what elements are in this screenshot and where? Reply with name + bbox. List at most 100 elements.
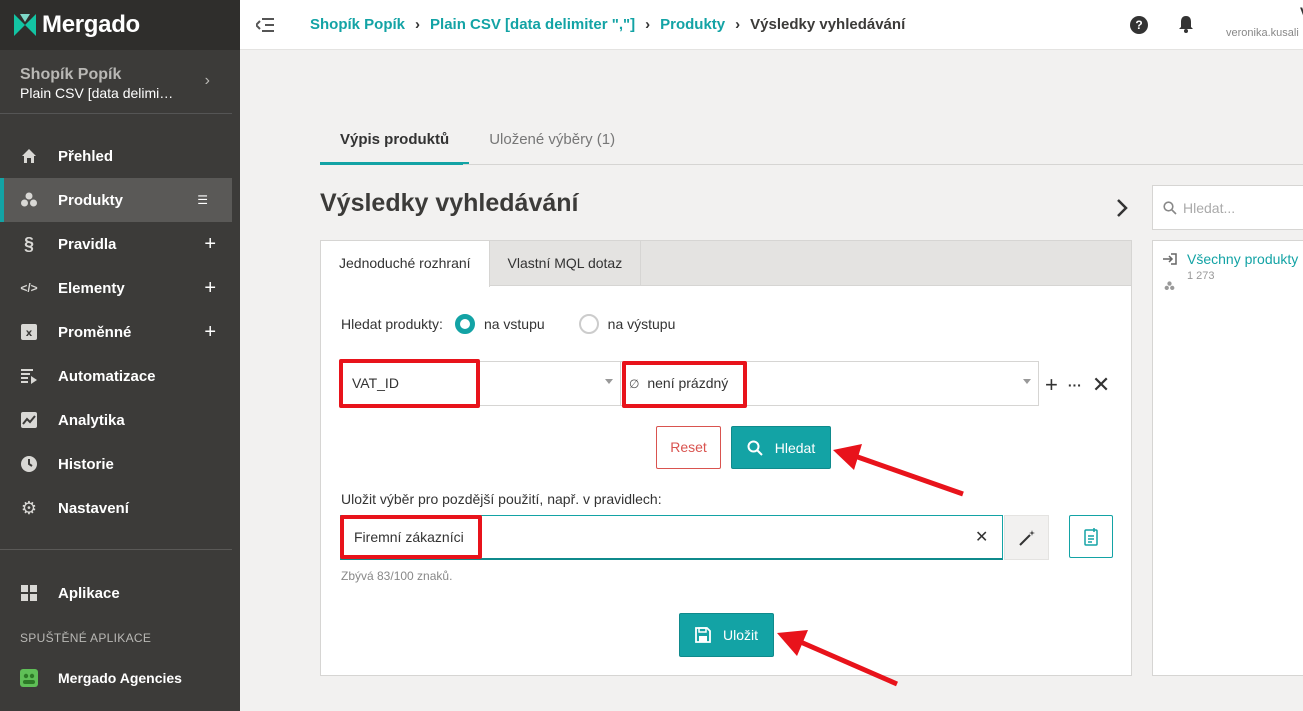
nav-item-aplikace[interactable]: Aplikace (0, 571, 232, 615)
nav-label: Proměnné (58, 323, 132, 341)
list-item[interactable]: Všechny produkty 1 273 (1163, 251, 1298, 290)
logo[interactable]: Mergado (0, 0, 240, 50)
nav-label: Analytika (58, 411, 125, 429)
breadcrumb-current: Výsledky vyhledávání (750, 16, 906, 33)
nav-item-analytika[interactable]: Analytika (0, 398, 240, 442)
note-icon (1084, 527, 1098, 546)
reset-button[interactable]: Reset (656, 426, 721, 469)
nav-label: Aplikace (58, 584, 120, 602)
nav-item-nastaveni[interactable]: ⚙ Nastavení (0, 486, 240, 530)
enter-icon (1163, 253, 1177, 265)
project-name: Shopík Popík (20, 66, 122, 83)
generate-name-button[interactable] (1004, 515, 1049, 560)
saved-selections-list: Všechny produkty 1 273 (1152, 240, 1303, 676)
main-tabs: Výpis produktů Uložené výběry (1) (320, 118, 635, 165)
nav-label: Produkty (58, 191, 124, 209)
tab-product-list[interactable]: Výpis produktů (320, 118, 470, 165)
floppy-disk-icon (695, 627, 711, 643)
automation-icon (20, 367, 38, 385)
clear-input-icon[interactable]: ✕ (975, 527, 988, 547)
bell-icon[interactable] (1178, 15, 1194, 33)
magic-wand-icon (1018, 529, 1035, 546)
nav-item-pravidla[interactable]: § Pravidla + (0, 222, 240, 266)
search-scope: Hledat produkty: na vstupu na výstupu (341, 314, 675, 334)
user-email[interactable]: veronika.kusali (1226, 27, 1299, 39)
chevron-right-icon: › (415, 16, 421, 33)
saved-selection-search[interactable]: Hledat... (1152, 185, 1303, 230)
mergado-logo-icon (14, 14, 36, 36)
agencies-app-icon (20, 669, 38, 687)
search-button[interactable]: Hledat (731, 426, 831, 469)
project-feed: Plain CSV [data delimi… (20, 85, 174, 101)
product-count: 1 273 (1187, 270, 1215, 282)
add-rule-icon[interactable]: + (204, 233, 216, 256)
add-condition-icon[interactable]: + (1045, 372, 1058, 398)
expand-panel-chevron-icon[interactable] (1116, 198, 1128, 218)
add-element-icon[interactable]: + (204, 277, 216, 300)
dropdown-arrow-icon (1023, 379, 1031, 384)
more-options-icon[interactable]: ··· (1068, 377, 1082, 393)
save-selection-label: Uložit výběr pro pozdější použití, např.… (341, 491, 662, 507)
boxes-icon (1164, 281, 1175, 290)
search-placeholder: Hledat... (1183, 199, 1236, 216)
nav-label: Elementy (58, 279, 125, 297)
remove-condition-icon[interactable]: ✕ (1092, 372, 1110, 398)
highlight-box (622, 361, 747, 408)
dropdown-arrow-icon (605, 379, 613, 384)
add-variable-icon[interactable]: + (204, 321, 216, 344)
nav-label: Automatizace (58, 367, 156, 385)
nav-item-promenne[interactable]: x Proměnné + (0, 310, 240, 354)
radio-checked-icon[interactable] (454, 314, 475, 334)
highlight-box (340, 515, 482, 559)
nav-label: Historie (58, 455, 114, 473)
remaining-chars: Zbývá 83/100 znaků. (341, 569, 453, 583)
svg-text:x: x (26, 328, 33, 339)
highlight-box (339, 359, 480, 408)
nav-item-prehled[interactable]: Přehled (0, 134, 240, 178)
chevron-right-icon: › (204, 72, 210, 89)
nav-label: Nastavení (58, 499, 129, 517)
project-switcher[interactable]: Shopík Popík Plain CSV [data delimi… › (0, 50, 232, 114)
tab-mql-query[interactable]: Vlastní MQL dotaz (490, 241, 642, 285)
nav-item-automatizace[interactable]: Automatizace (0, 354, 240, 398)
clock-icon (20, 455, 38, 473)
radio-output[interactable]: na výstupu (578, 314, 675, 334)
sidebar: Mergado Shopík Popík Plain CSV [data del… (0, 0, 240, 711)
chart-icon (20, 411, 38, 429)
save-button[interactable]: Uložit (679, 613, 774, 657)
home-icon (20, 147, 38, 165)
nav-item-historie[interactable]: Historie (0, 442, 240, 486)
breadcrumb: Shopík Popík › Plain CSV [data delimiter… (310, 16, 905, 33)
list-icon[interactable]: ☰ (197, 193, 208, 207)
main-nav: Přehled Produkty ☰ § Pravidla + </> Elem… (0, 134, 240, 530)
radio-input-label: na vstupu (483, 316, 545, 332)
search-button-label: Hledat (774, 439, 816, 456)
search-icon (1163, 200, 1177, 215)
apps-grid-icon (20, 584, 38, 602)
search-panel: Jednoduché rozhraní Vlastní MQL dotaz Hl… (320, 240, 1132, 676)
collapse-sidebar-button[interactable] (240, 17, 290, 32)
page-title: Výsledky vyhledávání (320, 189, 579, 217)
boxes-icon (20, 191, 38, 209)
tab-simple-interface[interactable]: Jednoduché rozhraní (321, 241, 490, 287)
all-products-link[interactable]: Všechny produkty (1187, 251, 1298, 267)
add-note-button[interactable] (1069, 515, 1113, 558)
search-icon (747, 440, 763, 456)
help-icon[interactable]: ? (1130, 16, 1148, 34)
chevron-right-icon: › (645, 16, 651, 33)
breadcrumb-project[interactable]: Shopík Popík (310, 16, 405, 33)
tab-saved-selections[interactable]: Uložené výběry (1) (469, 118, 635, 165)
logo-text: Mergado (42, 11, 140, 38)
collapse-menu-icon (256, 17, 274, 32)
radio-input[interactable]: na vstupu (454, 314, 545, 334)
breadcrumb-products[interactable]: Produkty (660, 16, 725, 33)
nav-item-elementy[interactable]: </> Elementy + (0, 266, 240, 310)
radio-unchecked-icon[interactable] (578, 314, 599, 334)
nav-item-produkty[interactable]: Produkty ☰ (0, 178, 232, 222)
divider (0, 549, 232, 550)
nav-item-mergado-agencies[interactable]: Mergado Agencies (0, 656, 232, 700)
nav-label: Mergado Agencies (58, 670, 182, 686)
variable-icon: x (20, 323, 38, 341)
breadcrumb-feed[interactable]: Plain CSV [data delimiter ","] (430, 16, 635, 33)
panel-tabs: Jednoduché rozhraní Vlastní MQL dotaz (321, 241, 1131, 287)
